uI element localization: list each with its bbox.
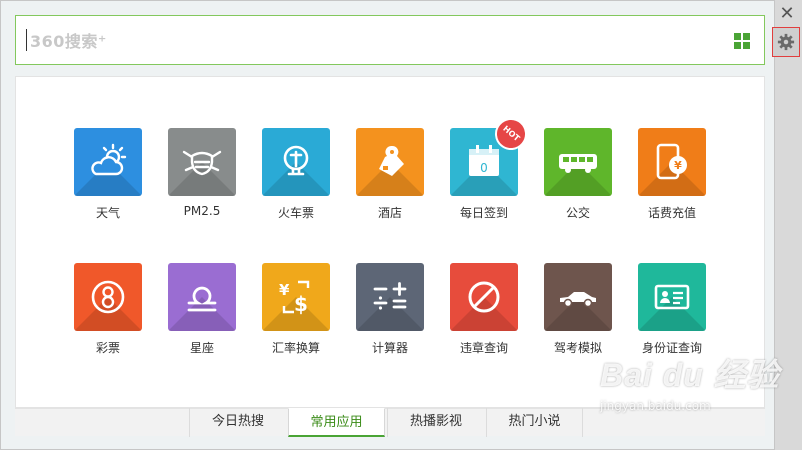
app-label: 汇率换算: [271, 341, 320, 355]
door-tag-icon: [379, 145, 404, 176]
tab-common-apps[interactable]: 常用应用: [288, 408, 385, 437]
tab-hot-videos[interactable]: 热播影视: [387, 408, 484, 437]
app-label: 火车票: [277, 206, 314, 220]
app-label: 每日签到: [459, 206, 508, 220]
tab-hot-search[interactable]: 今日热搜: [189, 408, 286, 437]
currency-icon: ¥$: [279, 280, 310, 316]
settings-button[interactable]: [772, 27, 800, 57]
app-id-card[interactable]: 身份证查询: [632, 263, 712, 356]
app-bus[interactable]: 公交: [538, 128, 618, 221]
app-label: 公交: [565, 206, 590, 220]
gear-icon: [777, 33, 795, 51]
no-entry-icon: [468, 281, 500, 313]
app-label: 酒店: [377, 206, 402, 220]
app-lottery[interactable]: 彩票: [68, 263, 148, 356]
phone-recharge-tile: ¥: [638, 128, 706, 196]
bus-icon: [559, 154, 597, 173]
car-icon: [560, 292, 596, 308]
bus-tile: [544, 128, 612, 196]
horoscope-tile: [168, 263, 236, 331]
apps-grid-icon[interactable]: [734, 33, 750, 49]
app-label: 身份证查询: [641, 341, 702, 355]
app-label: PM2.5: [183, 204, 221, 218]
close-icon[interactable]: ✕: [777, 4, 797, 24]
tab-hot-novels[interactable]: 热门小说: [486, 408, 583, 437]
app-label: 星座: [189, 341, 214, 355]
app-label: 天气: [95, 206, 120, 220]
calculator-tile: [356, 263, 424, 331]
app-checkin[interactable]: 0 HOT 每日签到: [444, 111, 534, 221]
calendar-icon: 0: [469, 145, 499, 176]
app-label: 彩票: [95, 341, 120, 355]
text-cursor: [26, 29, 27, 51]
svg-text:¥: ¥: [674, 159, 682, 172]
weather-icon: [91, 143, 127, 176]
calculator-icon: [373, 282, 407, 310]
search-placeholder: 360搜索⁺: [30, 32, 107, 51]
train-icon: [283, 145, 309, 176]
app-driving-test[interactable]: 驾考模拟: [538, 263, 618, 356]
mask-icon: [182, 150, 222, 176]
app-exchange[interactable]: ¥ $ 汇率换算: [256, 263, 336, 356]
pm25-tile: [168, 128, 236, 196]
lottery-icon: [91, 280, 125, 314]
category-tabs: 今日热搜 常用应用 热播影视 热门小说: [15, 408, 765, 437]
app-hotel[interactable]: 酒店: [350, 128, 430, 221]
app-calculator[interactable]: 计算器: [350, 263, 430, 356]
app-phone-recharge[interactable]: ¥ 话费充值: [632, 128, 712, 221]
driving-test-tile: [544, 263, 612, 331]
app-weather[interactable]: 天气: [68, 128, 148, 221]
hotel-tile: [356, 128, 424, 196]
svg-text:¥: ¥: [279, 281, 290, 299]
train-tile: [262, 128, 330, 196]
libra-icon: [187, 286, 217, 312]
id-card-icon: [654, 284, 690, 310]
search-box[interactable]: 360搜索⁺: [15, 15, 765, 65]
apps-area: 天气 PM2.5 火车票 酒店 0 HOT 每日签到 公交 ¥ 话费充值 彩票 …: [15, 76, 765, 408]
background-window-edge: [775, 0, 802, 450]
lottery-tile: [74, 263, 142, 331]
id-card-tile: [638, 263, 706, 331]
violation-tile: [450, 263, 518, 331]
app-label: 计算器: [371, 341, 408, 355]
exchange-tile: ¥ $: [262, 263, 330, 331]
svg-text:$: $: [294, 292, 308, 316]
phone-recharge-icon: ¥: [656, 143, 687, 180]
app-pm25[interactable]: PM2.5: [162, 128, 242, 218]
app-violation[interactable]: 违章查询: [444, 263, 524, 356]
app-label: 话费充值: [647, 206, 696, 220]
app-label: 驾考模拟: [553, 341, 602, 355]
weather-tile: [74, 128, 142, 196]
app-label: 违章查询: [459, 341, 508, 355]
search-popup-panel: 360搜索⁺ 天气 PM2.5 火车票 酒店 0 HOT 每日签到 公交 ¥ 话…: [0, 0, 775, 450]
app-train[interactable]: 火车票: [256, 128, 336, 221]
calendar-day: 0: [480, 161, 488, 175]
app-horoscope[interactable]: 星座: [162, 263, 242, 356]
